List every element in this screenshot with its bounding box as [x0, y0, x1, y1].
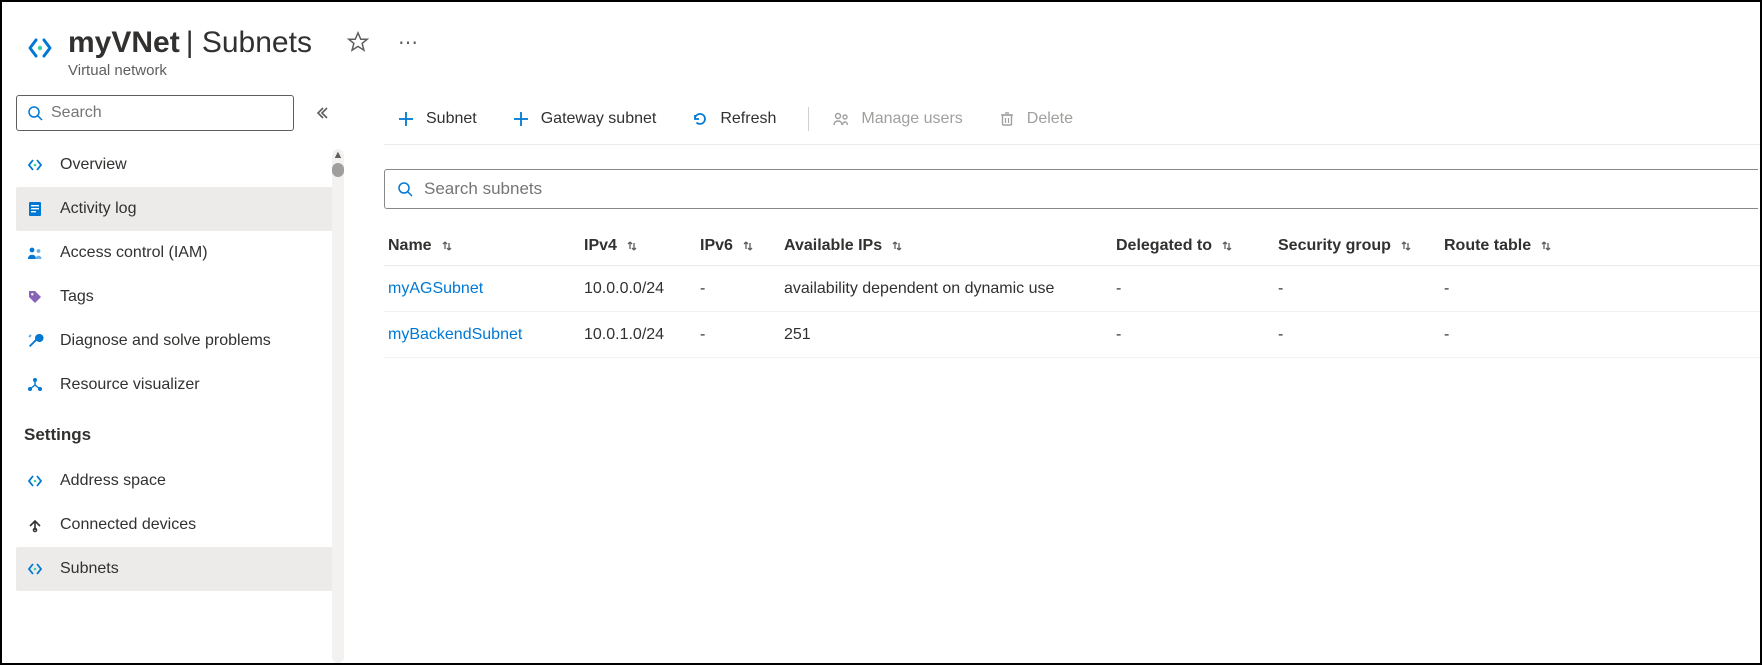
- sidebar-search[interactable]: [16, 95, 294, 131]
- sort-icon: [440, 239, 454, 253]
- delete-button: Delete: [985, 101, 1085, 137]
- cell-ipv4: 10.0.1.0/24: [584, 326, 700, 344]
- cell-route: -: [1444, 280, 1594, 298]
- page-header: myVNet | Subnets Virtual network ⋯: [2, 2, 1760, 89]
- cell-ipv6: -: [700, 280, 784, 298]
- tag-icon: [24, 286, 46, 308]
- collapse-sidebar-button[interactable]: [308, 99, 336, 127]
- subnet-link[interactable]: myBackendSubnet: [388, 326, 584, 344]
- nav-subnets[interactable]: Subnets: [16, 547, 336, 591]
- col-available[interactable]: Available IPs: [784, 237, 1116, 255]
- nav-diagnose[interactable]: Diagnose and solve problems: [16, 319, 336, 363]
- subnet-search-input[interactable]: [424, 179, 1746, 199]
- sidebar-section-settings: Settings: [24, 425, 336, 445]
- vnet-icon: [22, 30, 58, 66]
- wrench-icon: [24, 330, 46, 352]
- toolbar-separator: [808, 107, 809, 131]
- cell-available: 251: [784, 326, 1116, 344]
- refresh-button[interactable]: Refresh: [678, 101, 788, 137]
- devices-icon: [24, 514, 46, 536]
- nav-connected-devices[interactable]: Connected devices: [16, 503, 336, 547]
- table-header: Name IPv4 IPv6 Available IPs: [384, 227, 1760, 266]
- nav-access-control[interactable]: Access control (IAM): [16, 231, 336, 275]
- subnets-table: Name IPv4 IPv6 Available IPs: [384, 227, 1760, 358]
- cell-available: availability dependent on dynamic use: [784, 280, 1116, 298]
- nav-activity-log[interactable]: Activity log: [16, 187, 336, 231]
- col-ipv6[interactable]: IPv6: [700, 237, 784, 255]
- col-name[interactable]: Name: [388, 237, 584, 255]
- people-icon: [831, 109, 851, 129]
- resource-title: myVNet: [68, 26, 180, 60]
- add-gateway-subnet-button[interactable]: Gateway subnet: [499, 101, 669, 137]
- subnet-link[interactable]: myAGSubnet: [388, 280, 584, 298]
- main-content: Subnet Gateway subnet Refresh: [342, 89, 1760, 663]
- favorite-button[interactable]: [342, 26, 374, 58]
- manage-users-button: Manage users: [819, 101, 974, 137]
- sort-icon: [1399, 239, 1413, 253]
- cell-delegated: -: [1116, 280, 1278, 298]
- toolbar: Subnet Gateway subnet Refresh: [384, 89, 1760, 145]
- search-icon: [397, 181, 414, 198]
- table-row[interactable]: myBackendSubnet 10.0.1.0/24 - 251 - - -: [384, 312, 1760, 358]
- vnet-icon: [24, 470, 46, 492]
- log-icon: [24, 198, 46, 220]
- add-subnet-button[interactable]: Subnet: [384, 101, 489, 137]
- cell-ipv6: -: [700, 326, 784, 344]
- nav-address-space[interactable]: Address space: [16, 459, 336, 503]
- col-security[interactable]: Security group: [1278, 237, 1444, 255]
- vnet-icon: [24, 558, 46, 580]
- nav-overview[interactable]: Overview: [16, 143, 336, 187]
- vnet-icon: [24, 154, 46, 176]
- people-icon: [24, 242, 46, 264]
- nav-resource-visualizer[interactable]: Resource visualizer: [16, 363, 336, 407]
- sort-icon: [625, 239, 639, 253]
- resource-type: Virtual network: [68, 62, 312, 79]
- col-route[interactable]: Route table: [1444, 237, 1594, 255]
- cell-security: -: [1278, 280, 1444, 298]
- refresh-icon: [690, 109, 710, 129]
- sort-icon: [1539, 239, 1553, 253]
- tree-icon: [24, 374, 46, 396]
- col-delegated[interactable]: Delegated to: [1116, 237, 1278, 255]
- sidebar-search-input[interactable]: [51, 104, 283, 122]
- section-title: | Subnets: [186, 26, 312, 60]
- plus-icon: [396, 109, 416, 129]
- sidebar-scrollbar[interactable]: ▲: [332, 149, 344, 663]
- plus-icon: [511, 109, 531, 129]
- more-button[interactable]: ⋯: [392, 26, 424, 58]
- search-icon: [27, 105, 43, 121]
- cell-ipv4: 10.0.0.0/24: [584, 280, 700, 298]
- sidebar: Overview Activity log Access control (IA…: [2, 89, 342, 663]
- subnet-search[interactable]: [384, 169, 1758, 209]
- sort-icon: [741, 239, 755, 253]
- sort-icon: [890, 239, 904, 253]
- cell-delegated: -: [1116, 326, 1278, 344]
- sort-icon: [1220, 239, 1234, 253]
- cell-security: -: [1278, 326, 1444, 344]
- trash-icon: [997, 109, 1017, 129]
- cell-route: -: [1444, 326, 1594, 344]
- nav-tags[interactable]: Tags: [16, 275, 336, 319]
- table-row[interactable]: myAGSubnet 10.0.0.0/24 - availability de…: [384, 266, 1760, 312]
- col-ipv4[interactable]: IPv4: [584, 237, 700, 255]
